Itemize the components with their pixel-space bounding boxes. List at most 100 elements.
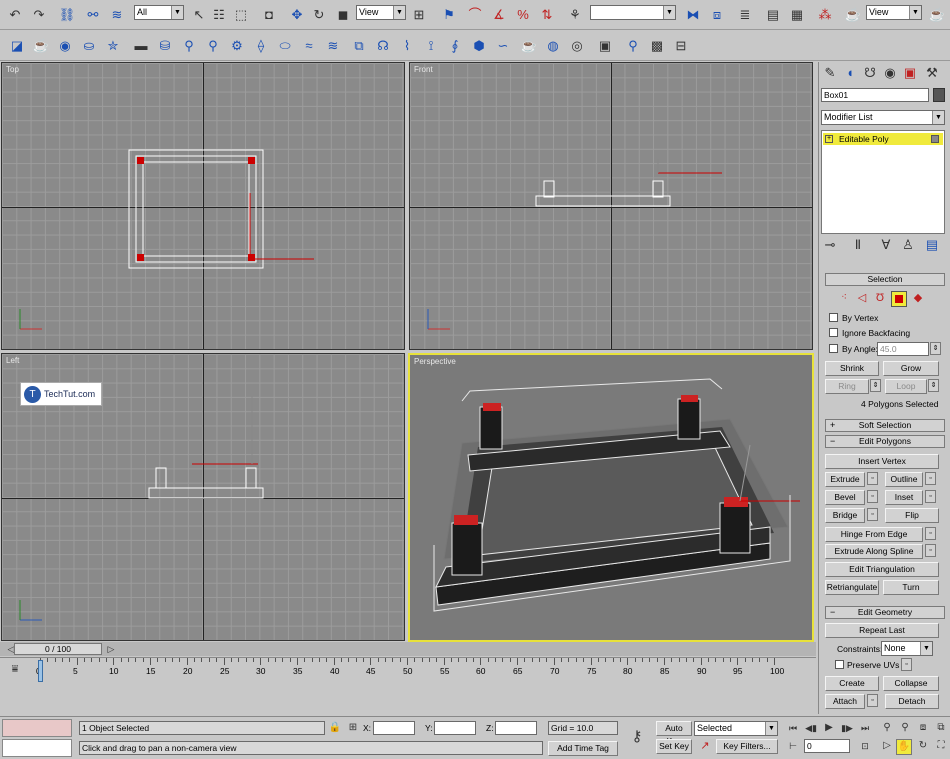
go-to-start-icon[interactable]: ⏮ xyxy=(784,719,802,737)
by-angle-checkbox[interactable] xyxy=(829,344,838,353)
viewport-perspective[interactable]: Perspective xyxy=(408,353,814,642)
loop-button[interactable]: Loop xyxy=(885,379,927,394)
zoom-view-icon[interactable]: ⚲ xyxy=(878,719,896,737)
turn-button[interactable]: Turn xyxy=(883,580,939,595)
create-button[interactable]: Create xyxy=(825,676,879,691)
reference-coord-dropdown[interactable]: View ▼ xyxy=(356,5,406,20)
zoom-icon[interactable]: ⚲ xyxy=(624,37,642,55)
key-mode-dropdown[interactable]: Selected ▼ xyxy=(694,721,778,736)
hinge-from-edge-button[interactable]: Hinge From Edge xyxy=(825,527,923,542)
edit-named-sel-icon[interactable]: ⚘ xyxy=(566,6,584,24)
cone-icon[interactable]: ⛁ xyxy=(156,37,174,55)
modifier-list-dropdown[interactable]: Modifier List ▼ xyxy=(821,110,945,125)
by-vertex-checkbox[interactable] xyxy=(829,313,838,322)
modifier-icon[interactable]: ☕ xyxy=(520,37,538,55)
select-link-icon[interactable]: ⛓ xyxy=(58,6,76,24)
select-object-icon[interactable]: ↖ xyxy=(190,6,208,24)
maxscript-listener-bottom[interactable] xyxy=(2,739,72,757)
material-editor-icon[interactable]: ⁂ xyxy=(816,6,834,24)
edge-mode-icon[interactable]: ◁ xyxy=(853,289,871,307)
repeat-last-button[interactable]: Repeat Last xyxy=(825,623,939,638)
inset-button[interactable]: Inset xyxy=(885,490,923,505)
motion-tab-icon[interactable]: ◉ xyxy=(881,64,899,82)
selection-filter-dropdown[interactable]: All ▼ xyxy=(134,5,184,20)
shrink-button[interactable]: Shrink xyxy=(825,361,879,376)
absolute-mode-icon[interactable]: ⊞ xyxy=(344,719,362,737)
display-tab-icon[interactable]: ▣ xyxy=(901,64,919,82)
render-scene-icon[interactable]: ☕ xyxy=(844,6,862,24)
quick-render-icon[interactable]: ☕ xyxy=(928,6,946,24)
preserve-uvs-settings-icon[interactable]: ▫ xyxy=(901,658,912,671)
field-of-view-icon[interactable]: ▷ xyxy=(878,737,896,755)
bridge-button[interactable]: Bridge xyxy=(825,508,865,523)
hedra-icon[interactable]: ⟠ xyxy=(252,37,270,55)
arc-rotate-icon[interactable]: ↻ xyxy=(914,737,932,755)
show-end-result-icon[interactable]: Ⅱ xyxy=(849,236,867,254)
outline-button[interactable]: Outline xyxy=(885,472,923,487)
preserve-uvs-checkbox[interactable] xyxy=(835,660,844,669)
pivot-icon[interactable]: ⊞ xyxy=(410,6,428,24)
mesh-smooth-icon[interactable]: ◍ xyxy=(544,37,562,55)
rect-selection-icon[interactable]: ⬚ xyxy=(232,6,250,24)
capsule-icon[interactable]: ⧉ xyxy=(350,37,368,55)
set-key-button[interactable]: Set Key xyxy=(656,739,692,754)
make-unique-icon[interactable]: ∀ xyxy=(877,236,895,254)
snap-toggle-icon[interactable]: ⌒ xyxy=(466,6,484,24)
detach-button[interactable]: Detach xyxy=(885,694,939,709)
key-icon[interactable]: ⚷ xyxy=(628,728,646,746)
zoom-extents-icon[interactable]: ⧈ xyxy=(914,719,932,737)
utilities-tab-icon[interactable]: ⚒ xyxy=(923,64,941,82)
render-frame-icon[interactable]: ▩ xyxy=(648,37,666,55)
angle-snap-icon[interactable]: ∡ xyxy=(490,6,508,24)
cylinder-icon[interactable]: ⛀ xyxy=(80,37,98,55)
light-bulb-icon[interactable] xyxy=(931,135,939,143)
remove-modifier-icon[interactable]: ♙ xyxy=(899,236,917,254)
key-filters-button[interactable]: Key Filters... xyxy=(716,739,778,754)
rotate-icon[interactable]: ↻ xyxy=(310,6,328,24)
mirror-icon[interactable]: ⧓ xyxy=(684,6,702,24)
torus-knot-icon[interactable]: ∮ xyxy=(446,37,464,55)
stack-item-editable-poly[interactable]: + Editable Poly xyxy=(823,133,943,145)
render-setup-icon[interactable]: ▣ xyxy=(596,37,614,55)
layer-manager-icon[interactable]: ≣ xyxy=(736,6,754,24)
previous-frame-icon[interactable]: ◀▮ xyxy=(802,719,820,737)
key-mode-toggle-icon[interactable]: ⊢ xyxy=(784,737,802,755)
extrude-spline-settings-icon[interactable]: ▫ xyxy=(925,544,936,557)
vertex-mode-icon[interactable]: ⁖ xyxy=(835,289,853,307)
spinner-snap-icon[interactable]: ⇅ xyxy=(538,6,556,24)
loop-spinner-icon[interactable]: ⇕ xyxy=(928,379,939,392)
hierarchy-tab-icon[interactable]: ☋ xyxy=(861,64,879,82)
maximize-viewport-icon[interactable]: ⛶ xyxy=(932,737,950,755)
extrude-settings-icon[interactable]: ▫ xyxy=(867,472,878,485)
extrude-button[interactable]: Extrude xyxy=(825,472,865,487)
grow-button[interactable]: Grow xyxy=(883,361,939,376)
prism-icon[interactable]: ⟟ xyxy=(422,37,440,55)
element-mode-icon[interactable]: ◆ xyxy=(909,289,927,307)
bind-spacewarp-icon[interactable]: ≋ xyxy=(108,6,126,24)
sphere-icon[interactable]: ◉ xyxy=(56,37,74,55)
time-cursor[interactable] xyxy=(38,660,43,682)
auto-key-button[interactable]: Auto Key xyxy=(656,721,692,746)
object-name-field[interactable]: Box01 xyxy=(821,88,929,102)
ringwave-icon[interactable]: ☊ xyxy=(374,37,392,55)
star-icon[interactable]: ✮ xyxy=(104,37,122,55)
chamfer-icon[interactable]: ≋ xyxy=(324,37,342,55)
select-by-name-icon[interactable]: ☷ xyxy=(210,6,228,24)
play-icon[interactable]: ▶ xyxy=(820,719,838,737)
schematic-view-icon[interactable]: ▦ xyxy=(788,6,806,24)
z-coordinate[interactable] xyxy=(495,721,537,735)
track-bar[interactable]: ⩸ 05101520253035404550556065707580859095… xyxy=(0,657,816,715)
extrude-along-spline-button[interactable]: Extrude Along Spline xyxy=(825,544,923,559)
x-coordinate[interactable] xyxy=(373,721,415,735)
y-coordinate[interactable] xyxy=(434,721,476,735)
bevel-settings-icon[interactable]: ▫ xyxy=(867,490,878,503)
lock-selection-icon[interactable]: 🔒 xyxy=(326,719,344,737)
render-view-dropdown[interactable]: View ▼ xyxy=(866,5,922,20)
configure-sets-icon[interactable]: ▤ xyxy=(923,236,941,254)
tube-icon[interactable]: ⚲ xyxy=(180,37,198,55)
material-icon[interactable]: ◎ xyxy=(568,37,586,55)
polygon-mode-icon[interactable] xyxy=(891,291,907,307)
default-in-out-tangents-icon[interactable]: ↗ xyxy=(696,737,714,755)
next-key-icon[interactable]: ▮▶ xyxy=(838,719,856,737)
viewport-left[interactable]: Left T TechTut.com xyxy=(1,353,405,641)
